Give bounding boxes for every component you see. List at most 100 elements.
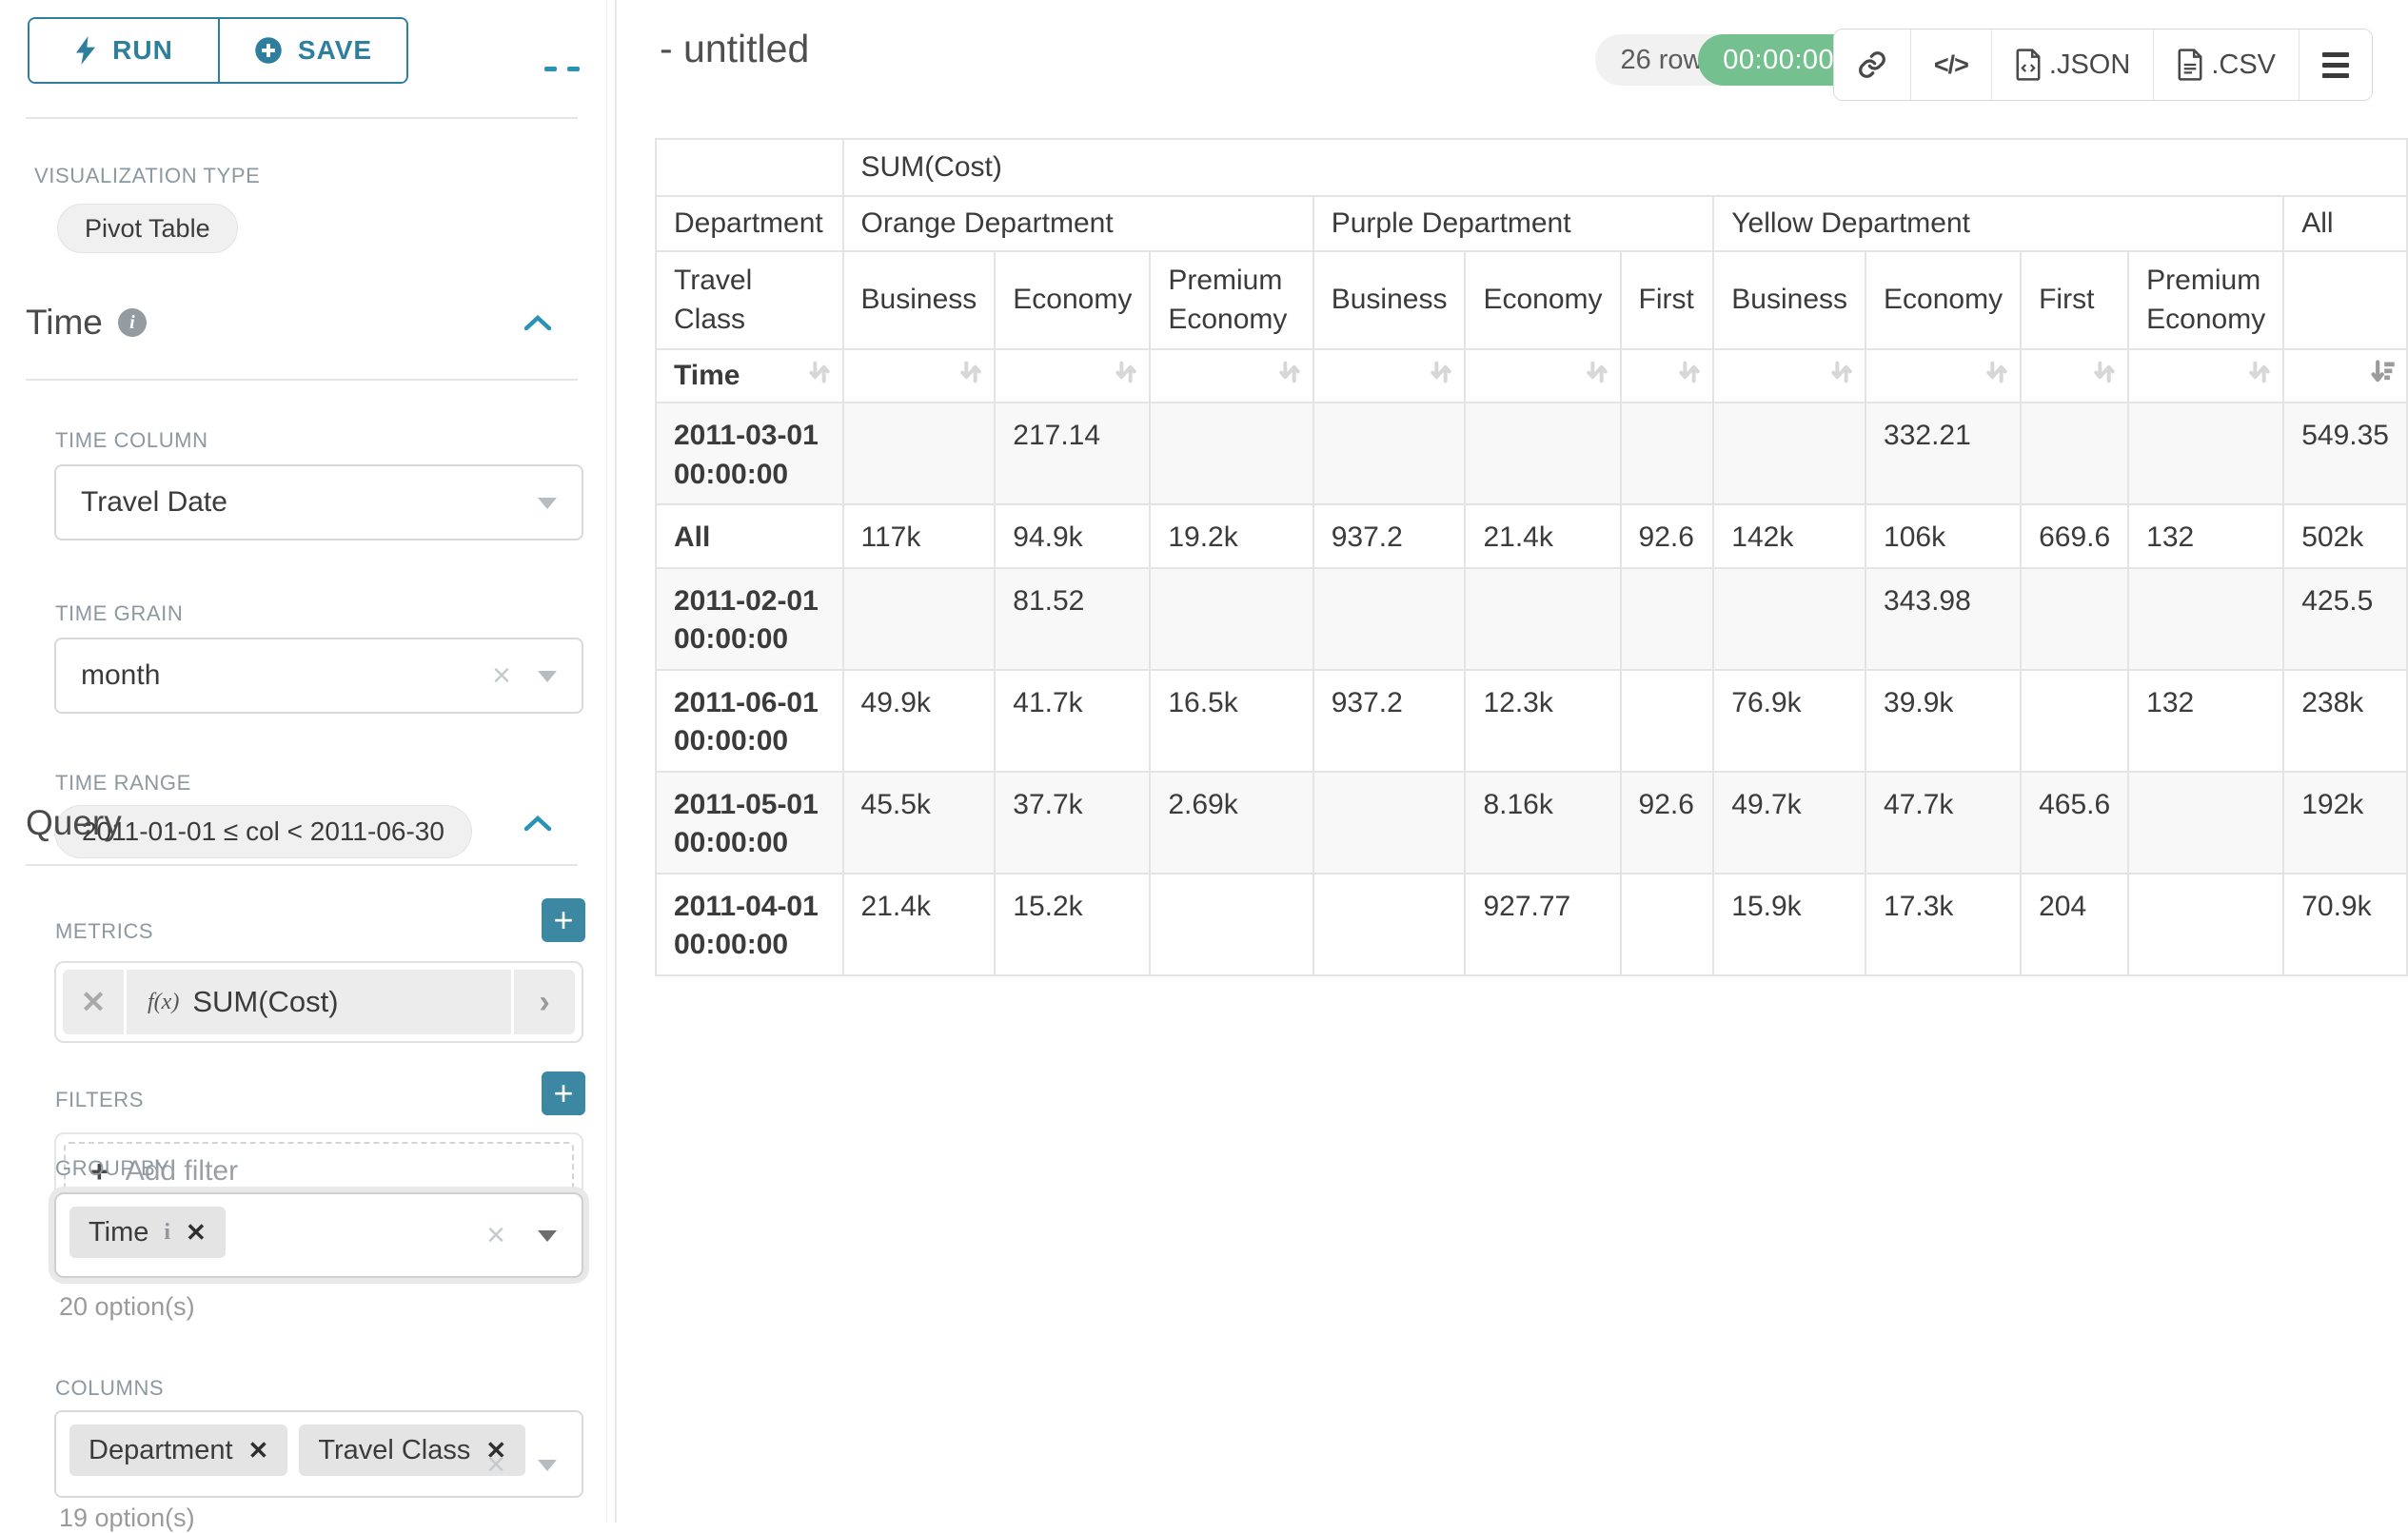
selected-token[interactable]: Department✕ bbox=[69, 1425, 287, 1476]
chart-title[interactable]: - untitled bbox=[660, 27, 809, 71]
view-query-button[interactable]: </> bbox=[1910, 29, 1991, 100]
run-button[interactable]: RUN bbox=[30, 19, 218, 82]
function-icon: f(x) bbox=[148, 990, 179, 1015]
pivot-cell bbox=[1714, 403, 1865, 503]
pivot-dept-corner-label: Department bbox=[657, 197, 842, 250]
pivot-sort-header bbox=[1466, 350, 1619, 402]
pivot-cell: 132 bbox=[2129, 671, 2282, 771]
pivot-cell bbox=[844, 569, 995, 669]
pivot-cell bbox=[1314, 403, 1465, 503]
pivot-cell bbox=[1466, 403, 1619, 503]
pivot-cell: 21.4k bbox=[1466, 505, 1619, 567]
pivot-row-label: 2011-02-01 00:00:00 bbox=[657, 569, 842, 669]
pivot-data-row: 2011-02-01 00:00:0081.52343.98425.5 bbox=[657, 569, 2406, 669]
pivot-cell: 669.6 bbox=[2022, 505, 2127, 567]
pivot-dept-group-header: All bbox=[2284, 197, 2406, 250]
group-by-options-hint: 20 option(s) bbox=[59, 1292, 195, 1322]
chevron-up-icon[interactable] bbox=[523, 813, 553, 834]
divider bbox=[26, 864, 578, 866]
pivot-class-header: Economy bbox=[1866, 252, 2020, 348]
clear-icon[interactable]: × bbox=[486, 1219, 505, 1251]
pivot-cell: 12.3k bbox=[1466, 671, 1619, 771]
pivot-cell: 217.14 bbox=[996, 403, 1149, 503]
pivot-table: SUM(Cost)DepartmentOrange DepartmentPurp… bbox=[655, 138, 2408, 976]
pivot-cell: 238k bbox=[2284, 671, 2406, 771]
sort-toggle-icon[interactable] bbox=[806, 359, 833, 385]
chevron-right-icon[interactable]: › bbox=[514, 970, 575, 1034]
sort-desc-active-icon[interactable] bbox=[2370, 359, 2397, 385]
pivot-data-row: 2011-03-01 00:00:00217.14332.21549.35 bbox=[657, 403, 2406, 503]
pivot-cell: 17.3k bbox=[1866, 875, 2020, 974]
clear-icon[interactable]: × bbox=[486, 1448, 505, 1481]
sort-toggle-icon[interactable] bbox=[1113, 359, 1139, 385]
chevron-up-icon[interactable] bbox=[523, 312, 553, 333]
remove-token-icon[interactable]: ✕ bbox=[186, 1218, 207, 1248]
pivot-cell bbox=[1466, 569, 1619, 669]
pivot-class-header: Business bbox=[844, 252, 995, 348]
pivot-class-header: Business bbox=[1714, 252, 1865, 348]
metrics-control: ✕ f(x) SUM(Cost) › bbox=[54, 961, 583, 1043]
pivot-cell: 549.35 bbox=[2284, 403, 2406, 503]
menu-button[interactable] bbox=[2299, 29, 2372, 100]
remove-token-icon[interactable]: ✕ bbox=[248, 1436, 269, 1465]
file-code-icon bbox=[2015, 49, 2042, 81]
panel-scrollbar-track[interactable] bbox=[606, 0, 607, 1523]
pivot-dept-group-header: Purple Department bbox=[1314, 197, 1713, 250]
time-grain-label: TIME GRAIN bbox=[55, 601, 183, 626]
sort-toggle-icon[interactable] bbox=[1428, 359, 1454, 385]
sort-toggle-icon[interactable] bbox=[2246, 359, 2273, 385]
pivot-cell: 37.7k bbox=[996, 773, 1149, 873]
pivot-table-container: SUM(Cost)DepartmentOrange DepartmentPurp… bbox=[655, 138, 2408, 976]
columns-select[interactable]: Department✕Travel Class✕ × bbox=[54, 1410, 583, 1498]
pivot-sort-header bbox=[2284, 350, 2406, 402]
group-by-select[interactable]: Timei✕ × bbox=[54, 1192, 583, 1278]
sort-toggle-icon[interactable] bbox=[1984, 359, 2010, 385]
share-link-button[interactable] bbox=[1834, 29, 1910, 100]
pivot-cell: 117k bbox=[844, 505, 995, 567]
time-column-select[interactable]: Travel Date bbox=[54, 464, 583, 540]
chevron-down-icon bbox=[538, 1230, 557, 1242]
info-icon[interactable]: i bbox=[118, 308, 147, 337]
pivot-row-label: 2011-04-01 00:00:00 bbox=[657, 875, 842, 974]
pivot-cell: 92.6 bbox=[1622, 505, 1713, 567]
export-csv-button[interactable]: .CSV bbox=[2153, 29, 2299, 100]
sort-toggle-icon[interactable] bbox=[957, 359, 984, 385]
sort-toggle-icon[interactable] bbox=[1276, 359, 1303, 385]
pivot-cell: 15.9k bbox=[1714, 875, 1865, 974]
pivot-cell bbox=[2129, 875, 2282, 974]
pivot-cell: 465.6 bbox=[2022, 773, 2127, 873]
sort-toggle-icon[interactable] bbox=[2091, 359, 2118, 385]
pivot-cell bbox=[1314, 569, 1465, 669]
pivot-cell: 41.7k bbox=[996, 671, 1149, 771]
sort-toggle-icon[interactable] bbox=[1676, 359, 1703, 385]
add-filter-plus-button[interactable]: + bbox=[542, 1071, 585, 1115]
pivot-class-header: Premium Economy bbox=[1151, 252, 1312, 348]
viz-type-pill[interactable]: Pivot Table bbox=[57, 204, 238, 253]
pivot-data-row: 2011-05-01 00:00:0045.5k37.7k2.69k8.16k9… bbox=[657, 773, 2406, 873]
pivot-cell bbox=[1622, 569, 1713, 669]
remove-metric-icon[interactable]: ✕ bbox=[63, 970, 124, 1034]
export-json-button[interactable]: .JSON bbox=[1991, 29, 2153, 100]
pivot-cell: 19.2k bbox=[1151, 505, 1312, 567]
chevron-down-icon bbox=[538, 498, 557, 509]
clear-icon[interactable]: × bbox=[492, 659, 511, 692]
pivot-class-header: Premium Economy bbox=[2129, 252, 2282, 348]
selected-token[interactable]: Timei✕ bbox=[69, 1207, 226, 1258]
link-icon bbox=[1857, 49, 1887, 80]
pivot-cell bbox=[1314, 875, 1465, 974]
pivot-class-header: Business bbox=[1314, 252, 1465, 348]
time-grain-select[interactable]: month × bbox=[54, 638, 583, 714]
metric-token[interactable]: ✕ f(x) SUM(Cost) › bbox=[63, 970, 575, 1034]
pivot-cell bbox=[1714, 569, 1865, 669]
time-column-value: Travel Date bbox=[81, 486, 227, 519]
add-metric-button[interactable]: + bbox=[542, 898, 585, 942]
sort-toggle-icon[interactable] bbox=[1584, 359, 1610, 385]
info-icon[interactable]: i bbox=[164, 1220, 170, 1246]
time-section-title: Time bbox=[26, 303, 103, 343]
pivot-class-header bbox=[2284, 252, 2406, 348]
pivot-cell: 49.9k bbox=[844, 671, 995, 771]
save-button[interactable]: SAVE bbox=[218, 19, 406, 82]
columns-options-hint: 19 option(s) bbox=[59, 1504, 195, 1533]
divider bbox=[26, 117, 578, 119]
sort-toggle-icon[interactable] bbox=[1828, 359, 1855, 385]
